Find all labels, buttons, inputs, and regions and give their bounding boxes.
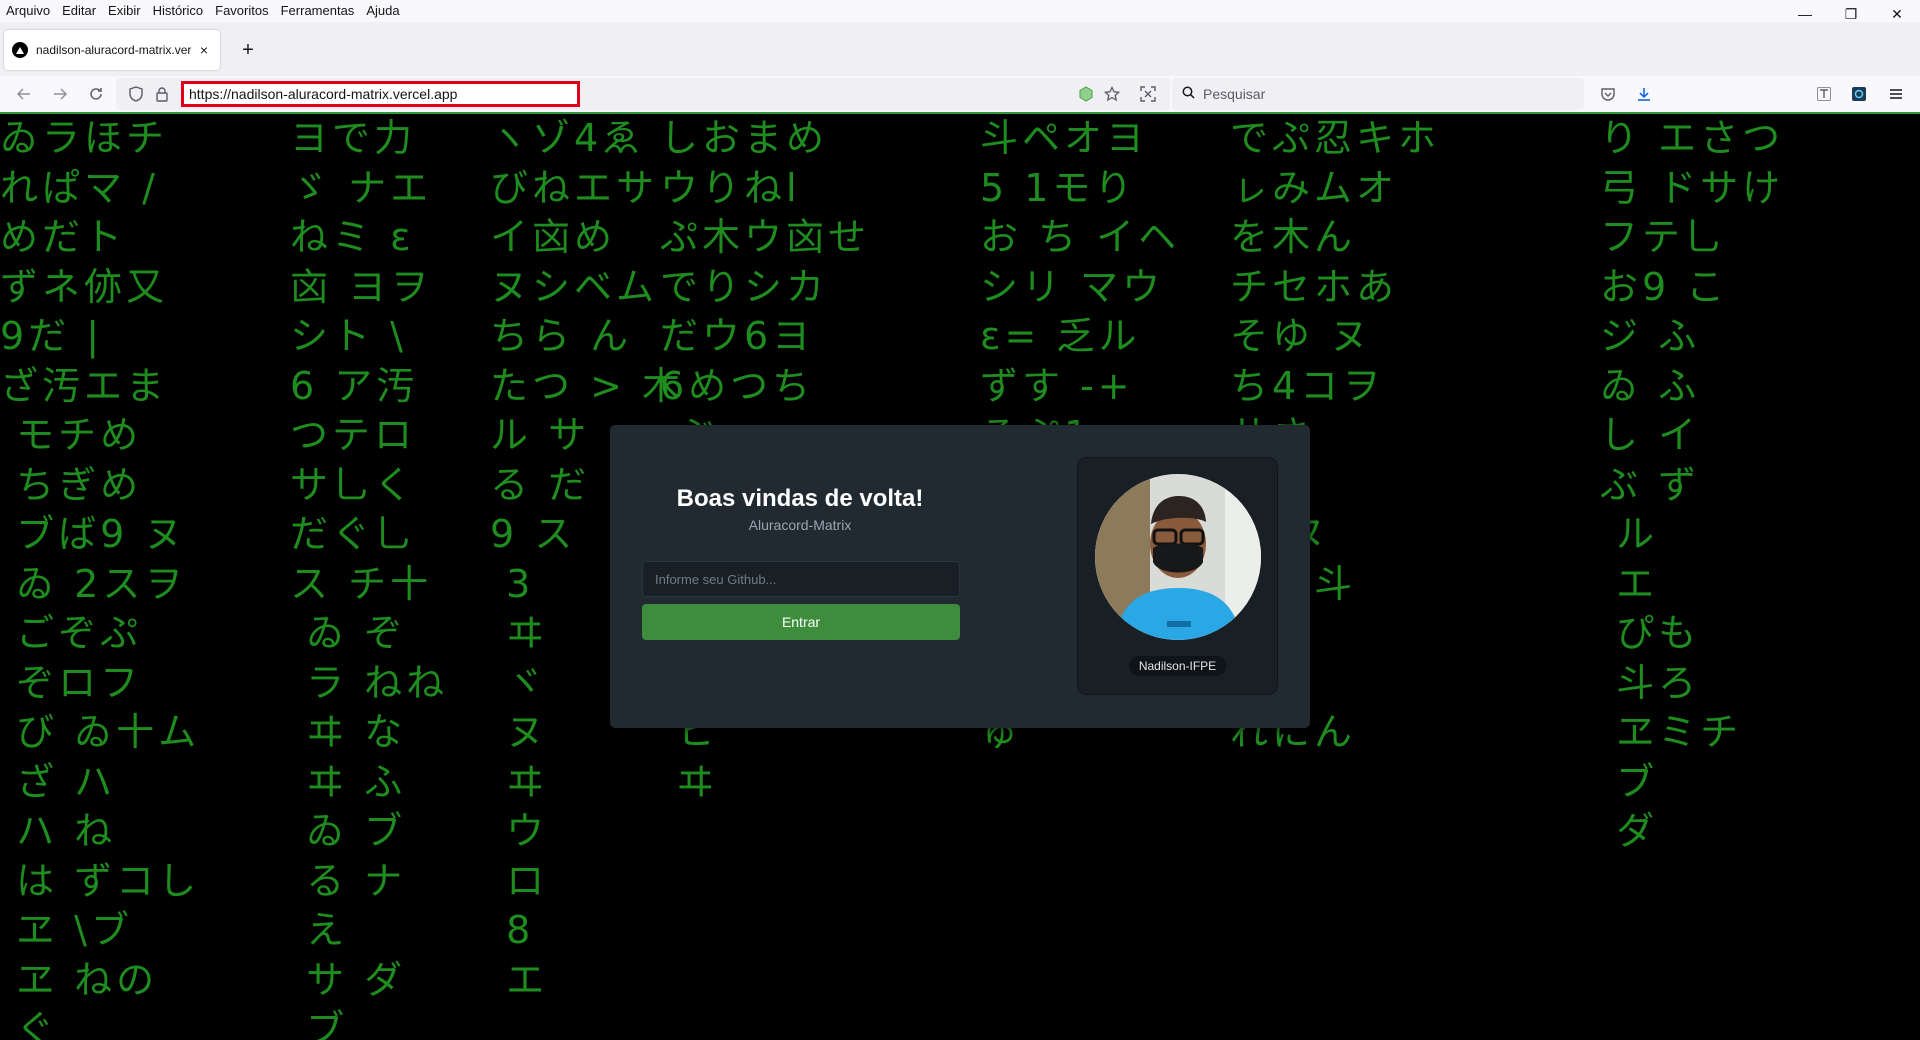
login-card: Boas vindas de volta! Aluracord-Matrix E… <box>610 425 1310 728</box>
vercel-favicon-icon <box>12 42 28 58</box>
reader-icon[interactable] <box>1812 82 1836 106</box>
tab-close-icon[interactable]: × <box>196 42 212 58</box>
minimize-button[interactable]: — <box>1782 0 1828 28</box>
menu-ajuda[interactable]: Ajuda <box>360 0 405 22</box>
card-subtitle: Aluracord-Matrix <box>748 517 852 533</box>
lock-icon[interactable] <box>152 84 172 104</box>
matrix-column: ヨで力 ゞ ナエ ねミ ε 㐫 ヨヲ シト \ 6 ア汚 つテロ サ乚く だぐ乚… <box>290 116 449 1040</box>
url-field[interactable]: https://nadilson-aluracord-matrix.vercel… <box>181 81 580 107</box>
page-content: ゐラほチ れぱマ / めだト ずネ㑊又 9だ | ざ汚エま モチめ ちぎめ ブば… <box>0 114 1920 1040</box>
forward-icon[interactable] <box>46 80 74 108</box>
extension-icon-2[interactable] <box>1847 82 1871 106</box>
search-icon <box>1182 86 1195 102</box>
back-icon[interactable] <box>10 80 38 108</box>
star-icon[interactable] <box>1102 84 1122 104</box>
restore-button[interactable]: ❐ <box>1828 0 1874 28</box>
menu-editar[interactable]: Editar <box>56 0 102 22</box>
matrix-column: り エさつ 弓 ドサけ フテ乚 お9 こ ジ ふ ゐ ふ し イ ぶ ず ル エ… <box>1600 116 1785 853</box>
window-controls: — ❐ ✕ <box>1782 0 1920 28</box>
download-icon[interactable] <box>1632 82 1656 106</box>
github-username-input[interactable] <box>642 561 960 597</box>
extension-icon[interactable] <box>1076 84 1096 104</box>
search-placeholder: Pesquisar <box>1203 86 1266 102</box>
avatar <box>1095 474 1261 640</box>
menu-favoritos[interactable]: Favoritos <box>209 0 274 22</box>
tab-bar: nadilson-aluracord-matrix.verc × + <box>0 22 1920 78</box>
shield-icon[interactable] <box>126 84 146 104</box>
search-bar[interactable]: Pesquisar <box>1172 78 1584 110</box>
screenshot-icon[interactable] <box>1136 82 1160 106</box>
menu-ferramentas[interactable]: Ferramentas <box>275 0 361 22</box>
new-tab-button[interactable]: + <box>236 38 260 62</box>
tab-title: nadilson-aluracord-matrix.verc <box>36 43 192 57</box>
menu-historico[interactable]: Histórico <box>147 0 210 22</box>
matrix-column: ゐラほチ れぱマ / めだト ずネ㑊又 9だ | ざ汚エま モチめ ちぎめ ブば… <box>0 116 201 1040</box>
close-window-button[interactable]: ✕ <box>1874 0 1920 28</box>
reload-icon[interactable] <box>82 80 110 108</box>
enter-button[interactable]: Entrar <box>642 604 960 640</box>
tab-active[interactable]: nadilson-aluracord-matrix.verc × <box>4 30 220 70</box>
avatar-panel: Nadilson-IFPE <box>1077 457 1278 695</box>
username-label: Nadilson-IFPE <box>1128 656 1227 676</box>
menu-bar: Arquivo Editar Exibir Histórico Favorito… <box>0 0 1920 22</box>
navigation-bar: https://nadilson-aluracord-matrix.vercel… <box>0 76 1920 112</box>
menu-arquivo[interactable]: Arquivo <box>0 0 56 22</box>
pocket-icon[interactable] <box>1596 82 1620 106</box>
menu-icon[interactable] <box>1884 82 1908 106</box>
url-bar[interactable]: https://nadilson-aluracord-matrix.vercel… <box>116 78 1170 110</box>
menu-exibir[interactable]: Exibir <box>102 0 147 22</box>
card-title: Boas vindas de volta! <box>676 485 924 512</box>
